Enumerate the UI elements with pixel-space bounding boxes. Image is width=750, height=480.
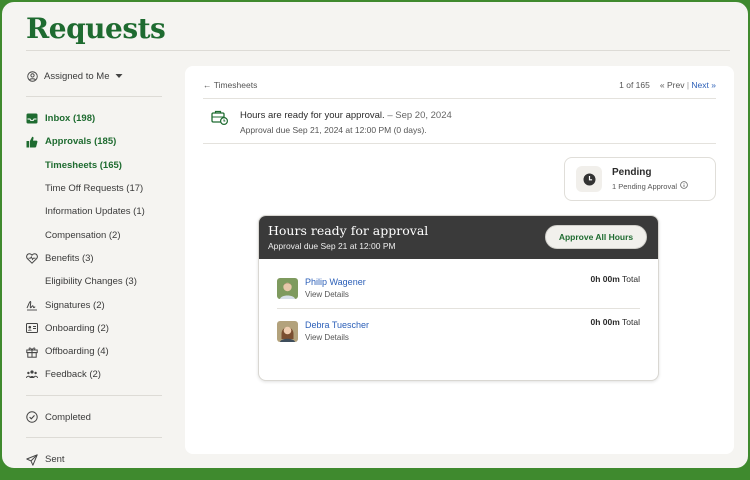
clock-icon (576, 166, 602, 192)
sidebar-item-label: Benefits (3) (45, 252, 94, 264)
notice-date: – Sep 20, 2024 (384, 110, 452, 121)
sidebar-item-completed[interactable]: Completed (26, 406, 162, 429)
thumbs-up-icon (26, 136, 38, 148)
sidebar-divider (26, 96, 162, 97)
employee-hours: 0h 00m (590, 317, 620, 327)
sidebar-item-time-off-requests[interactable]: Time Off Requests (17) (26, 177, 162, 200)
info-icon[interactable] (680, 181, 688, 191)
employee-row: Philip Wagener View Details 0h 00m Total (277, 273, 640, 303)
sidebar-item-signatures[interactable]: Signatures (2) (26, 293, 162, 316)
employee-total-label: Total (622, 317, 640, 327)
inbox-icon (26, 113, 38, 125)
assigned-filter-label: Assigned to Me (44, 70, 110, 82)
sidebar-item-label: Feedback (2) (45, 369, 101, 381)
panel-topbar: ← Timesheets 1 of 165 « Prev | Next » (203, 74, 716, 96)
sidebar-item-inbox[interactable]: Inbox (198) (26, 107, 162, 130)
notice-due: Approval due Sep 21, 2024 at 12:00 PM (0… (240, 125, 427, 135)
user-circle-icon (26, 70, 38, 82)
sidebar-item-onboarding[interactable]: Onboarding (2) (26, 317, 162, 340)
sidebar-item-label: Inbox (198) (45, 113, 96, 125)
employee-name-link[interactable]: Philip Wagener (305, 277, 366, 287)
sidebar-item-label: Timesheets (165) (45, 159, 122, 171)
id-card-icon (26, 322, 38, 334)
signature-icon (26, 299, 38, 311)
back-to-timesheets-link[interactable]: ← Timesheets (203, 80, 257, 90)
sidebar-item-timesheets[interactable]: Timesheets (165) (26, 154, 162, 177)
sidebar-item-compensation[interactable]: Compensation (2) (26, 223, 162, 246)
notice-divider (203, 143, 716, 144)
employee-name-link[interactable]: Debra Tuescher (305, 320, 369, 330)
app-window: Requests Assigned to Me Inbox (198) Appr… (0, 0, 750, 470)
topbar-divider (203, 98, 716, 99)
status-card: Pending 1 Pending Approval (564, 157, 716, 201)
employee-hours: 0h 00m (590, 274, 620, 284)
sidebar-item-approvals[interactable]: Approvals (185) (26, 130, 162, 153)
chevron-down-icon (115, 71, 123, 82)
sidebar-item-sent[interactable]: Sent (26, 448, 162, 468)
employee-total: 0h 00m Total (591, 317, 640, 327)
check-circle-icon (26, 411, 38, 423)
next-link[interactable]: Next » (691, 80, 716, 90)
employee-total: 0h 00m Total (591, 274, 640, 284)
money-clock-icon (211, 110, 229, 135)
pager-position: 1 of 165 (619, 80, 650, 90)
employee-total-label: Total (622, 274, 640, 284)
avatar (277, 277, 298, 299)
sidebar-item-feedback[interactable]: Feedback (2) (26, 363, 162, 386)
heart-pulse-icon (26, 252, 38, 264)
approval-card-header: Hours ready for approval Approval due Se… (259, 216, 658, 259)
page-title: Requests (26, 12, 166, 45)
prev-link[interactable]: « Prev (660, 80, 685, 90)
avatar (277, 320, 298, 342)
status-detail: 1 Pending Approval (612, 181, 678, 191)
assigned-filter-dropdown[interactable]: Assigned to Me (26, 64, 162, 88)
gift-icon (26, 346, 38, 358)
sidebar-item-label: Offboarding (4) (45, 346, 109, 358)
approve-all-hours-button[interactable]: Approve All Hours (545, 225, 647, 249)
employee-divider (277, 308, 640, 309)
approval-notice: Hours are ready for your approval. – Sep… (211, 110, 452, 135)
main-panel: ← Timesheets 1 of 165 « Prev | Next » Ho… (185, 66, 734, 454)
pager-separator: | (686, 80, 690, 90)
sidebar-item-eligibility-changes[interactable]: Eligibility Changes (3) (26, 270, 162, 293)
sidebar-item-label: Eligibility Changes (3) (45, 276, 137, 288)
sidebar-divider (26, 436, 162, 438)
sidebar-item-label: Onboarding (2) (45, 322, 109, 334)
sidebar-item-label: Compensation (2) (45, 229, 121, 241)
sidebar-item-label: Completed (45, 411, 91, 423)
sidebar: Assigned to Me Inbox (198) Approvals (18… (26, 64, 162, 468)
sidebar-item-offboarding[interactable]: Offboarding (4) (26, 340, 162, 363)
sidebar-item-information-updates[interactable]: Information Updates (1) (26, 200, 162, 223)
sidebar-item-label: Sent (45, 454, 65, 465)
send-icon (26, 453, 38, 466)
people-icon (26, 369, 38, 381)
view-details-link[interactable]: View Details (305, 290, 366, 299)
view-details-link[interactable]: View Details (305, 333, 369, 342)
sidebar-divider (26, 394, 162, 396)
approval-card-subtitle: Approval due Sep 21 at 12:00 PM (268, 241, 396, 251)
approval-card-title: Hours ready for approval (268, 223, 429, 238)
title-divider (26, 50, 730, 51)
sidebar-item-benefits[interactable]: Benefits (3) (26, 247, 162, 270)
status-label: Pending (612, 167, 652, 178)
sidebar-item-label: Information Updates (1) (45, 206, 145, 218)
pager: 1 of 165 « Prev | Next » (619, 80, 716, 90)
sidebar-item-label: Approvals (185) (45, 136, 117, 148)
notice-headline: Hours are ready for your approval. (240, 110, 385, 121)
sidebar-item-label: Signatures (2) (45, 299, 105, 311)
employee-row: Debra Tuescher View Details 0h 00m Total (277, 316, 640, 346)
approval-card: Hours ready for approval Approval due Se… (258, 215, 659, 381)
sidebar-item-label: Time Off Requests (17) (45, 183, 144, 195)
